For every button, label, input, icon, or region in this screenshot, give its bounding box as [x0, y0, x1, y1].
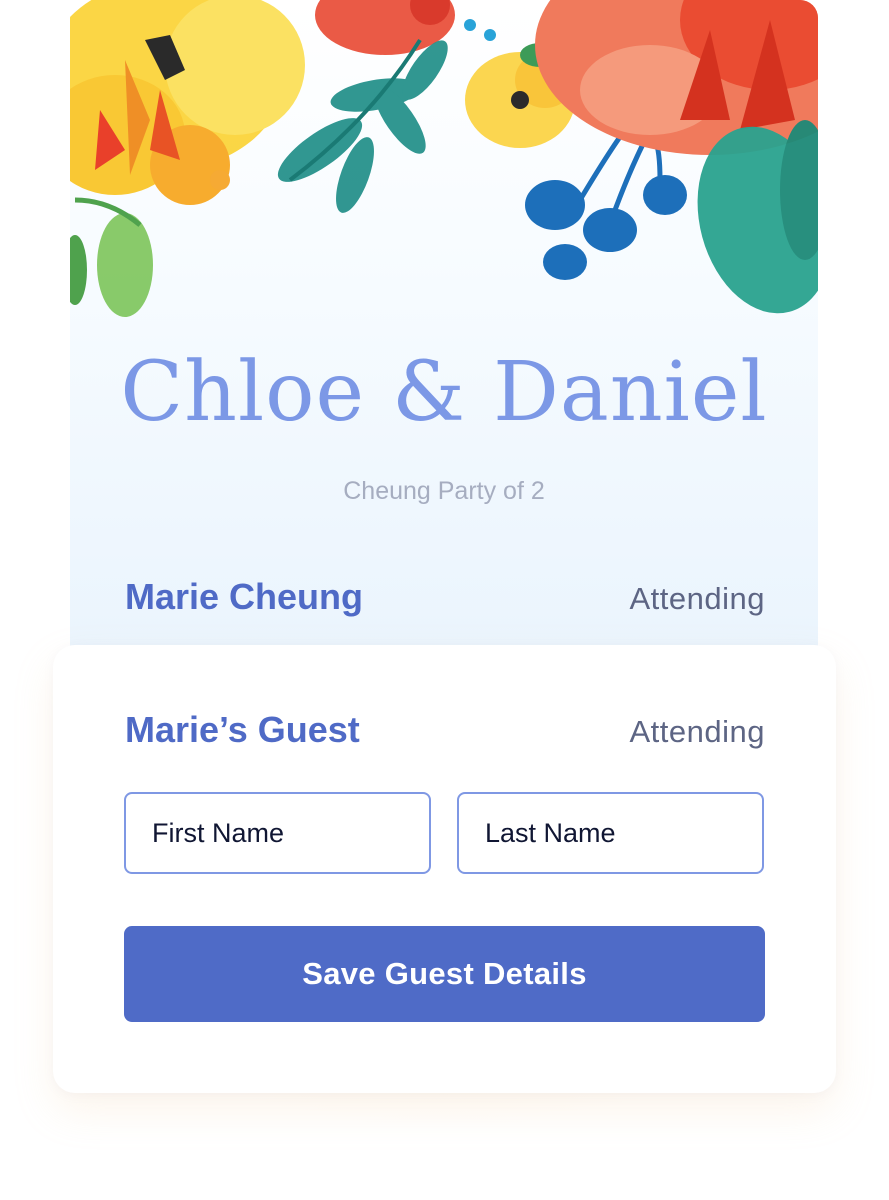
guest-row: Marie’s Guest Attending: [125, 709, 765, 751]
guest-row: Marie Cheung Attending: [125, 576, 765, 618]
floral-illustration-icon: [70, 0, 818, 317]
first-name-field[interactable]: [124, 792, 431, 874]
guest-details-panel: Marie’s Guest Attending Save Guest Detai…: [53, 645, 836, 1093]
rsvp-screen: Chloe & Daniel Cheung Party of 2 Marie C…: [0, 0, 889, 1200]
guest-name: Marie’s Guest: [125, 709, 360, 750]
last-name-field[interactable]: [457, 792, 764, 874]
party-label: Cheung Party of 2: [343, 477, 545, 505]
guest-status[interactable]: Attending: [630, 581, 766, 617]
invitation-card: Chloe & Daniel Cheung Party of 2 Marie C…: [70, 0, 818, 660]
guest-status[interactable]: Attending: [630, 714, 766, 750]
save-guest-details-button[interactable]: Save Guest Details: [124, 926, 765, 1022]
guest-name: Marie Cheung: [125, 576, 364, 617]
couple-names: Chloe & Daniel: [120, 345, 768, 440]
